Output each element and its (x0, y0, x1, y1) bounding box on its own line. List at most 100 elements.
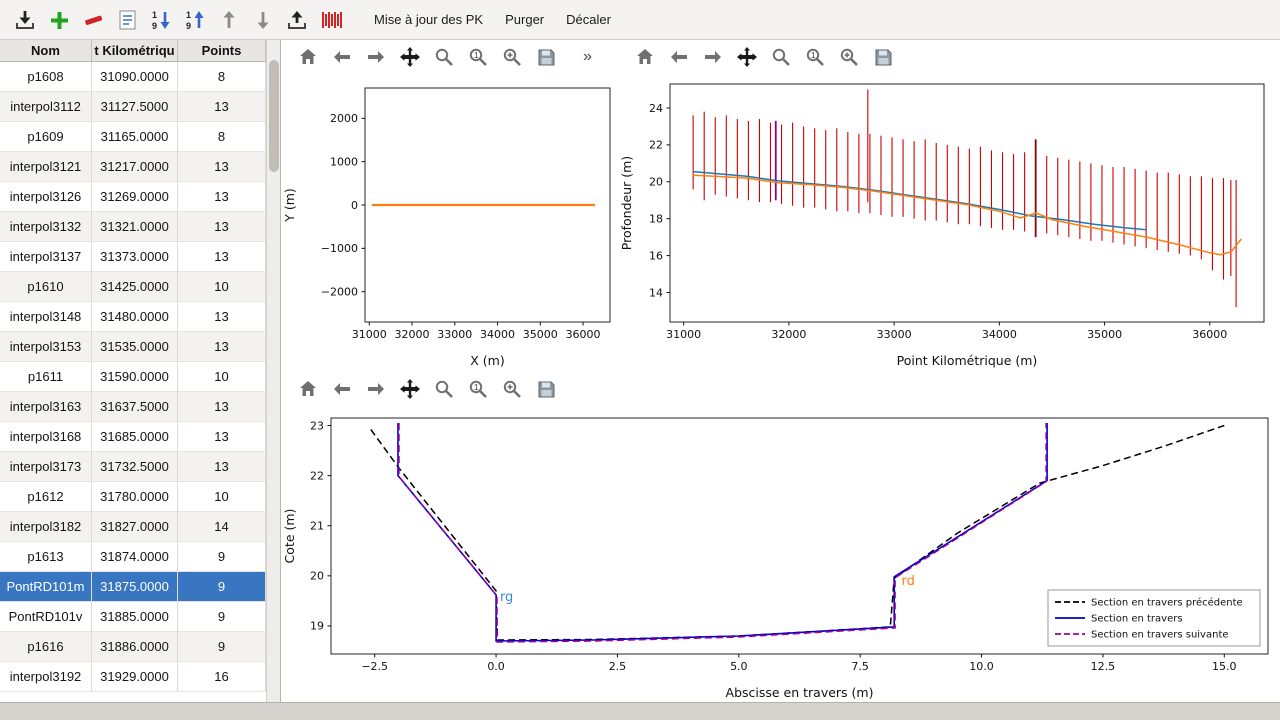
zoom-icon[interactable] (770, 46, 792, 68)
export-icon[interactable] (282, 5, 312, 35)
svg-text:5.0: 5.0 (730, 660, 748, 673)
long-profile-chart[interactable]: 3100032000330003400035000360001416182022… (618, 74, 1280, 370)
remove-icon[interactable] (78, 5, 108, 35)
home-icon[interactable] (297, 46, 319, 68)
edit-icon[interactable] (112, 5, 142, 35)
table-row[interactable]: PontRD101m31875.00009 (0, 572, 266, 602)
table-row[interactable]: interpol313231321.000013 (0, 212, 266, 242)
toolbar-overflow[interactable]: » (583, 48, 592, 66)
save-icon[interactable] (535, 46, 557, 68)
cell-points: 8 (178, 122, 266, 152)
home-icon[interactable] (297, 378, 319, 400)
cell-nom: interpol3137 (0, 242, 92, 272)
section-table-body: p160831090.00008interpol311231127.500013… (0, 62, 266, 692)
cell-nom: p1611 (0, 362, 92, 392)
home-icon[interactable] (634, 46, 656, 68)
table-row[interactable]: p160831090.00008 (0, 62, 266, 92)
svg-text:31000: 31000 (666, 328, 701, 341)
table-row[interactable]: interpol319231929.000016 (0, 662, 266, 692)
svg-text:Section en travers suivante: Section en travers suivante (1091, 630, 1229, 641)
back-icon[interactable] (331, 46, 353, 68)
table-row[interactable]: interpol316831685.000013 (0, 422, 266, 452)
cell-nom: interpol3121 (0, 152, 92, 182)
zoom-icon[interactable] (433, 46, 455, 68)
forward-icon[interactable] (365, 378, 387, 400)
zoom-original-icon[interactable]: 1 (804, 46, 826, 68)
svg-text:18: 18 (649, 212, 663, 225)
zoom-icon[interactable] (433, 378, 455, 400)
svg-text:24: 24 (649, 102, 663, 115)
pan-icon[interactable] (736, 46, 758, 68)
back-icon[interactable] (331, 378, 353, 400)
move-up-icon[interactable] (214, 5, 244, 35)
zoom-original-icon[interactable]: 1 (467, 46, 489, 68)
save-icon[interactable] (872, 46, 894, 68)
table-row[interactable]: p161231780.000010 (0, 482, 266, 512)
column-header-points[interactable]: Points (178, 40, 266, 61)
svg-text:14: 14 (649, 286, 663, 299)
sort-ascending-icon[interactable]: 19 (146, 5, 176, 35)
cell-points: 13 (178, 452, 266, 482)
cell-nom: interpol3126 (0, 182, 92, 212)
menu-decaler[interactable]: Décaler (556, 6, 621, 33)
svg-text:9: 9 (186, 21, 191, 31)
table-row[interactable]: interpol311231127.500013 (0, 92, 266, 122)
svg-text:0: 0 (351, 199, 358, 212)
svg-text:19: 19 (310, 620, 324, 633)
cell-nom: interpol3182 (0, 512, 92, 542)
menu-mise-a-jour-pk[interactable]: Mise à jour des PK (364, 6, 493, 33)
table-row[interactable]: interpol312131217.000013 (0, 152, 266, 182)
zoom-in-icon[interactable] (838, 46, 860, 68)
add-icon[interactable] (44, 5, 74, 35)
table-row[interactable]: interpol317331732.500013 (0, 452, 266, 482)
move-down-icon[interactable] (248, 5, 278, 35)
cell-pk: 31886.0000 (92, 632, 178, 662)
table-row[interactable]: interpol318231827.000014 (0, 512, 266, 542)
plan-view-chart[interactable]: 310003200033000340003500036000−2000−1000… (281, 74, 618, 370)
pan-icon[interactable] (399, 378, 421, 400)
cell-points: 9 (178, 602, 266, 632)
back-icon[interactable] (668, 46, 690, 68)
svg-text:21: 21 (310, 520, 324, 533)
scrollbar-thumb[interactable] (269, 60, 279, 172)
table-row[interactable]: interpol313731373.000013 (0, 242, 266, 272)
table-row[interactable]: p161031425.000010 (0, 272, 266, 302)
zoom-in-icon[interactable] (501, 378, 523, 400)
forward-icon[interactable] (702, 46, 724, 68)
table-row[interactable]: p161331874.00009 (0, 542, 266, 572)
pan-icon[interactable] (399, 46, 421, 68)
cell-points: 10 (178, 362, 266, 392)
cell-points: 13 (178, 182, 266, 212)
column-header-pk[interactable]: t Kilométriqu (92, 40, 178, 61)
table-row[interactable]: PontRD101v31885.00009 (0, 602, 266, 632)
zoom-in-icon[interactable] (501, 46, 523, 68)
zoom-original-icon[interactable]: 1 (467, 378, 489, 400)
table-row[interactable]: p161631886.00009 (0, 632, 266, 662)
table-row[interactable]: interpol312631269.000013 (0, 182, 266, 212)
table-scrollbar[interactable] (266, 40, 280, 702)
svg-text:−2000: −2000 (321, 285, 358, 298)
column-header-nom[interactable]: Nom (0, 40, 92, 61)
pk-sections-icon[interactable] (316, 5, 346, 35)
import-icon[interactable] (10, 5, 40, 35)
table-row[interactable]: interpol316331637.500013 (0, 392, 266, 422)
cell-points: 13 (178, 392, 266, 422)
cell-nom: interpol3132 (0, 212, 92, 242)
sections-table: Nom t Kilométriqu Points p160831090.0000… (0, 40, 266, 692)
cell-pk: 31269.0000 (92, 182, 178, 212)
table-row[interactable]: p160931165.00008 (0, 122, 266, 152)
table-row[interactable]: interpol314831480.000013 (0, 302, 266, 332)
table-row[interactable]: interpol315331535.000013 (0, 332, 266, 362)
table-row[interactable]: p161131590.000010 (0, 362, 266, 392)
cell-pk: 31217.0000 (92, 152, 178, 182)
svg-text:15.0: 15.0 (1212, 660, 1237, 673)
svg-text:22: 22 (310, 469, 324, 482)
plots-area: 1» 310003200033000340003500036000−2000−1… (281, 40, 1280, 702)
save-icon[interactable] (535, 378, 557, 400)
cell-points: 16 (178, 662, 266, 692)
forward-icon[interactable] (365, 46, 387, 68)
cell-pk: 31874.0000 (92, 542, 178, 572)
sort-descending-icon[interactable]: 19 (180, 5, 210, 35)
menu-purger[interactable]: Purger (495, 6, 554, 33)
cross-section-chart[interactable]: −2.50.02.55.07.510.012.515.01920212223Ab… (281, 406, 1280, 702)
